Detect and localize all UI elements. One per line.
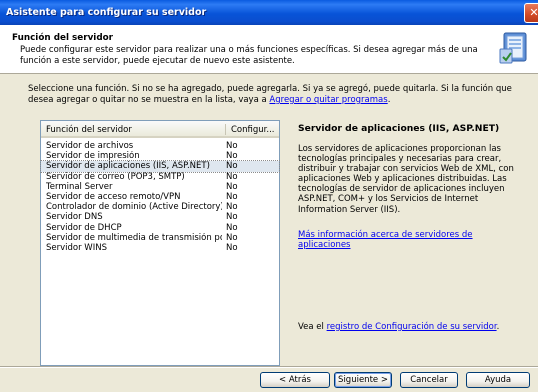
- role-status: No: [226, 171, 238, 182]
- column-header-role[interactable]: Función del servidor: [46, 125, 132, 135]
- server-wizard-icon: [499, 32, 527, 64]
- list-item[interactable]: Servidor de multimedia de transmisión po…: [41, 233, 279, 243]
- column-header-configured[interactable]: Configur...: [231, 125, 274, 135]
- cancel-button[interactable]: Cancelar: [400, 372, 458, 388]
- role-status: No: [226, 151, 238, 162]
- server-role-list[interactable]: Función del servidor Configur... Servido…: [40, 120, 280, 366]
- wizard-header: Función del servidor Puede configurar es…: [0, 25, 538, 74]
- close-icon[interactable]: ✕: [524, 3, 538, 23]
- role-status: No: [226, 181, 238, 192]
- config-log-text: Vea el registro de Configuración de su s…: [298, 322, 528, 332]
- back-button[interactable]: < Atrás: [260, 372, 330, 388]
- role-name: Servidor de archivos: [46, 141, 134, 151]
- list-item[interactable]: Servidor de impresión No: [41, 151, 279, 161]
- list-item[interactable]: Terminal Server No: [41, 182, 279, 192]
- role-status: No: [226, 191, 238, 202]
- role-status: No: [226, 161, 238, 172]
- config-log-prefix: Vea el: [298, 322, 327, 332]
- role-status: No: [226, 232, 238, 243]
- help-button[interactable]: Ayuda: [466, 372, 530, 388]
- list-item[interactable]: Controlador de dominio (Active Directory…: [41, 202, 279, 212]
- role-status: No: [226, 202, 238, 213]
- window-title: Asistente para configurar su servidor: [6, 7, 207, 18]
- list-item[interactable]: Servidor de correo (POP3, SMTP) No: [41, 172, 279, 182]
- list-item[interactable]: Servidor WINS No: [41, 243, 279, 253]
- config-log-suffix: .: [496, 322, 500, 332]
- wizard-content: Seleccione una función. Si no se ha agre…: [0, 74, 538, 366]
- list-header: Función del servidor Configur...: [41, 121, 279, 138]
- list-item[interactable]: Servidor DNS No: [41, 212, 279, 222]
- intro-text: Seleccione una función. Si no se ha agre…: [28, 84, 528, 106]
- add-remove-programs-link[interactable]: Agregar o quitar programas: [269, 95, 387, 105]
- role-name: Servidor de impresión: [46, 151, 140, 162]
- role-info-description: Los servidores de aplicaciones proporcio…: [298, 144, 514, 215]
- role-name: Servidor de aplicaciones (IIS, ASP.NET): [46, 161, 210, 172]
- role-name: Servidor de multimedia de transmisión po…: [46, 232, 222, 243]
- header-title: Función del servidor: [12, 33, 114, 43]
- role-name: Servidor WINS: [46, 242, 107, 253]
- list-item[interactable]: Servidor de archivos No: [41, 141, 279, 151]
- role-name: Terminal Server: [46, 181, 113, 192]
- column-separator[interactable]: [225, 124, 226, 135]
- list-item-selected[interactable]: Servidor de aplicaciones (IIS, ASP.NET) N…: [40, 160, 280, 173]
- list-item[interactable]: Servidor de acceso remoto/VPN No: [41, 192, 279, 202]
- role-name: Controlador de dominio (Active Directory…: [46, 202, 222, 213]
- next-button[interactable]: Siguiente >: [334, 372, 392, 388]
- title-bar[interactable]: Asistente para configurar su servidor ✕: [0, 0, 538, 25]
- config-log-link[interactable]: registro de Configuración de su servidor: [327, 322, 497, 332]
- role-name: Servidor de acceso remoto/VPN: [46, 191, 181, 202]
- wizard-window: Asistente para configurar su servidor ✕ …: [0, 0, 538, 392]
- header-description: Puede configurar este servidor para real…: [20, 45, 478, 66]
- list-rows: Servidor de archivos No Servidor de impre…: [40, 141, 280, 253]
- role-status: No: [226, 141, 238, 151]
- role-status: No: [226, 222, 238, 233]
- role-name: Servidor DNS: [46, 212, 103, 223]
- role-name: Servidor de correo (POP3, SMTP): [46, 171, 185, 182]
- role-name: Servidor de DHCP: [46, 222, 122, 233]
- intro-suffix: .: [387, 95, 391, 105]
- role-info-title: Servidor de aplicaciones (IIS, ASP.NET): [298, 123, 500, 134]
- more-info-link[interactable]: Más información acerca de servidores de …: [298, 230, 508, 250]
- role-status: No: [226, 212, 238, 223]
- role-status: No: [226, 242, 238, 253]
- list-item[interactable]: Servidor de DHCP No: [41, 223, 279, 233]
- button-divider: [0, 366, 538, 368]
